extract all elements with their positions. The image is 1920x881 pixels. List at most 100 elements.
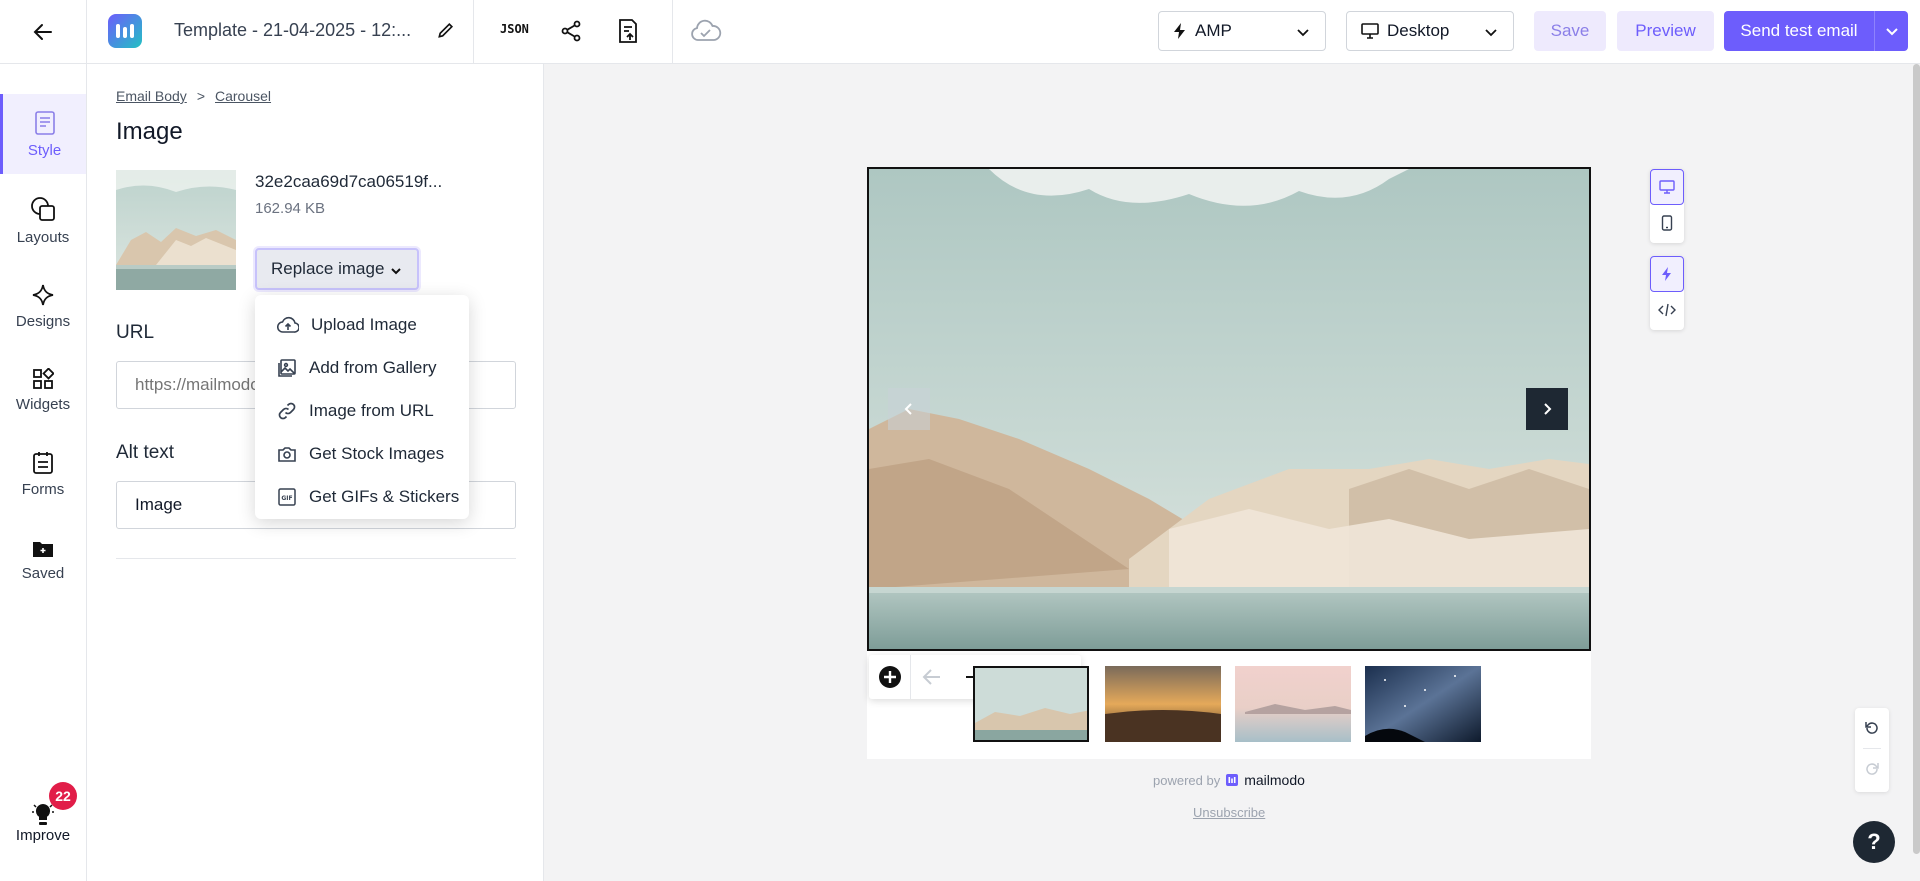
replace-image-menu: Upload Image Add from Gallery Image from… — [255, 295, 469, 519]
send-options-button[interactable] — [1874, 11, 1908, 51]
breadcrumb-carousel[interactable]: Carousel — [215, 88, 271, 104]
rename-button[interactable] — [436, 20, 456, 43]
cloud-check-icon — [691, 19, 722, 41]
chevron-down-icon — [1885, 28, 1898, 36]
breadcrumb: Email Body > Carousel — [116, 88, 271, 104]
menu-item-upload-image[interactable]: Upload Image — [255, 303, 469, 346]
divider — [473, 0, 474, 64]
sync-status — [690, 18, 722, 47]
chevron-left-icon — [904, 403, 912, 415]
format-select[interactable]: AMP — [1158, 11, 1326, 51]
folder-icon — [33, 541, 53, 557]
unsubscribe-link[interactable]: Unsubscribe — [1193, 805, 1265, 820]
sidebar-item-saved[interactable]: Saved — [0, 520, 86, 600]
sidebar-item-layouts[interactable]: Layouts — [0, 180, 86, 260]
breadcrumb-separator: > — [196, 88, 205, 104]
menu-item-label: Get Stock Images — [309, 443, 445, 463]
app-logo[interactable] — [108, 14, 142, 48]
menu-item-image-from-url[interactable]: Image from URL — [255, 389, 469, 432]
send-test-email-button[interactable]: Send test email — [1724, 11, 1874, 51]
sidebar-item-forms[interactable]: Forms — [0, 434, 86, 514]
replace-image-label: Replace image — [271, 259, 385, 278]
carousel-thumbnail[interactable] — [1365, 666, 1481, 742]
preview-button[interactable]: Preview — [1617, 11, 1714, 51]
arrow-left-icon — [922, 669, 940, 685]
template-title[interactable]: Template - 21-04-2025 - 12:... — [174, 20, 411, 41]
canvas-scrollbar[interactable] — [1913, 64, 1920, 854]
history-controls — [1855, 708, 1889, 792]
page-title: Image — [116, 118, 183, 145]
gallery-icon — [278, 358, 296, 377]
format-select-value: AMP — [1195, 21, 1232, 40]
sidebar-item-label: Widgets — [15, 395, 71, 413]
sidebar-item-label: Forms — [21, 480, 65, 498]
undo-button[interactable] — [1855, 708, 1889, 748]
carousel-thumbnail[interactable] — [1105, 666, 1221, 742]
menu-item-label: Upload Image — [311, 314, 417, 334]
menu-item-add-from-gallery[interactable]: Add from Gallery — [255, 346, 469, 389]
powered-by: powered by mailmodo — [1153, 772, 1305, 788]
carousel-previous-button[interactable] — [888, 388, 930, 430]
url-label: URL — [116, 322, 155, 343]
device-select[interactable]: Desktop — [1346, 11, 1514, 51]
code-icon — [1658, 303, 1676, 317]
add-slide-button[interactable] — [869, 655, 911, 699]
save-button[interactable]: Save — [1534, 11, 1606, 51]
menu-item-get-gifs-stickers[interactable]: GIF Get GIFs & Stickers — [255, 475, 469, 518]
sidebar-item-style[interactable]: Style — [0, 94, 86, 174]
lightning-icon — [1662, 267, 1671, 281]
json-button[interactable]: JSON — [500, 22, 529, 36]
divider — [672, 0, 673, 64]
lightbulb-icon — [32, 803, 54, 825]
image-file-size: 162.94 KB — [255, 200, 326, 217]
back-button[interactable] — [0, 0, 87, 64]
share-button[interactable] — [559, 19, 583, 46]
device-select-value: Desktop — [1387, 21, 1450, 40]
arrow-left-icon — [33, 24, 52, 40]
sidebar-item-label: Saved — [21, 564, 65, 582]
move-slide-left-button[interactable] — [911, 655, 953, 699]
sidebar-item-widgets[interactable]: Widgets — [0, 350, 86, 430]
lightning-icon — [1174, 23, 1185, 39]
menu-item-label: Image from URL — [309, 400, 434, 420]
html-mode-button[interactable] — [1650, 292, 1684, 328]
carousel-main-image[interactable] — [867, 167, 1591, 651]
replace-image-button[interactable]: Replace image — [255, 248, 419, 290]
mobile-icon — [1661, 215, 1673, 231]
chevron-down-icon — [391, 268, 401, 275]
redo-icon — [1866, 763, 1879, 775]
monitor-icon — [1361, 23, 1379, 39]
mobile-view-button[interactable] — [1650, 205, 1684, 241]
carousel-thumbnail[interactable] — [973, 666, 1089, 742]
link-icon — [278, 402, 296, 419]
carousel-next-button[interactable] — [1526, 388, 1568, 430]
question-mark-icon: ? — [1867, 829, 1881, 854]
sidebar-item-designs[interactable]: Designs — [0, 266, 86, 346]
monitor-icon — [1659, 180, 1675, 194]
help-button[interactable]: ? — [1853, 821, 1895, 863]
forms-icon — [33, 451, 53, 474]
top-bar: Template - 21-04-2025 - 12:... JSON AMP … — [0, 0, 1920, 64]
mailmodo-logo-icon — [1226, 774, 1239, 786]
layouts-icon — [31, 196, 55, 221]
redo-button[interactable] — [1855, 749, 1889, 789]
amp-mode-button[interactable] — [1650, 256, 1684, 292]
chevron-right-icon — [1544, 403, 1552, 415]
divider — [116, 558, 516, 559]
export-button[interactable] — [617, 18, 639, 47]
menu-item-label: Get GIFs & Stickers — [309, 486, 460, 506]
sidebar-item-label: Style — [27, 141, 62, 159]
carousel-thumbnail[interactable] — [1235, 666, 1351, 742]
breadcrumb-email-body[interactable]: Email Body — [116, 88, 187, 104]
share-icon — [561, 20, 581, 42]
menu-item-get-stock-images[interactable]: Get Stock Images — [255, 432, 469, 475]
style-icon — [34, 110, 55, 135]
brand-name: mailmodo — [1244, 772, 1305, 788]
chevron-down-icon — [1297, 29, 1309, 37]
desktop-view-button[interactable] — [1650, 169, 1684, 205]
cloud-upload-icon — [277, 316, 299, 333]
image-thumbnail — [116, 170, 236, 290]
device-view-toggle — [1650, 169, 1684, 243]
improve-count-badge: 22 — [49, 782, 77, 810]
sidebar-item-label: Layouts — [16, 228, 70, 246]
